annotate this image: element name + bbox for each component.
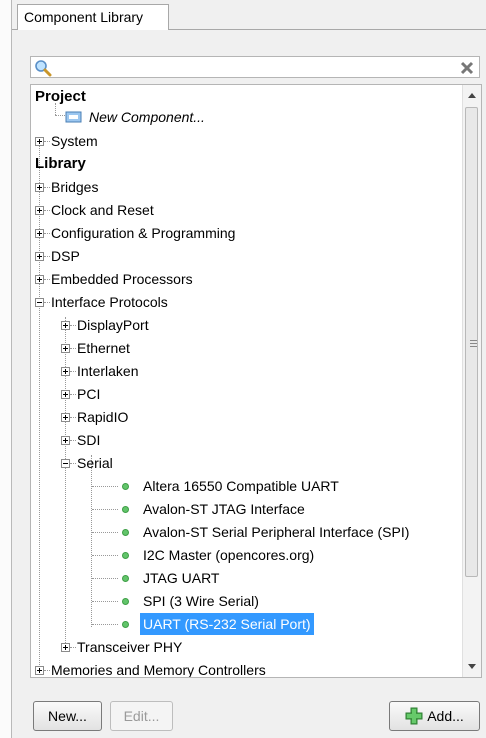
tree-item-new-component[interactable]: New Component... [65, 106, 205, 128]
expand-icon[interactable] [35, 252, 44, 261]
tree-item-altera-16550-uart[interactable]: Altera 16550 Compatible UART [143, 475, 339, 497]
tab-component-library[interactable]: Component Library [17, 4, 169, 30]
expand-icon[interactable] [35, 666, 44, 675]
expand-icon[interactable] [35, 229, 44, 238]
tree-item-interlaken[interactable]: Interlaken [77, 360, 138, 382]
tree-scrollbar[interactable] [462, 85, 481, 677]
add-plus-icon [405, 707, 423, 725]
expand-icon[interactable] [35, 206, 44, 215]
tree-item-i2c-master[interactable]: I2C Master (opencores.org) [143, 544, 314, 566]
component-bullet-icon [122, 598, 129, 605]
add-button[interactable]: Add... [389, 701, 480, 731]
expand-icon[interactable] [35, 275, 44, 284]
scroll-up-arrow-icon[interactable] [468, 93, 476, 98]
scrollbar-thumb[interactable] [465, 107, 478, 577]
component-bullet-icon [122, 529, 129, 536]
tree-item-pci[interactable]: PCI [77, 383, 100, 405]
expand-icon[interactable] [35, 137, 44, 146]
tree-item-memories[interactable]: Memories and Memory Controllers [51, 659, 266, 677]
tree-item-system[interactable]: System [51, 130, 98, 152]
tree-item-rapidio[interactable]: RapidIO [77, 406, 128, 428]
component-bullet-icon [122, 506, 129, 513]
expand-icon[interactable] [61, 321, 70, 330]
new-button-label: New... [48, 708, 87, 724]
component-bullet-icon [122, 483, 129, 490]
scroll-down-arrow-icon[interactable] [468, 664, 476, 669]
tree-item-avalon-st-spi[interactable]: Avalon-ST Serial Peripheral Interface (S… [143, 521, 409, 543]
tree-item-configuration[interactable]: Configuration & Programming [51, 222, 235, 244]
tree-item-spi-3-wire[interactable]: SPI (3 Wire Serial) [143, 590, 259, 612]
search-icon [35, 60, 52, 77]
new-component-icon [65, 111, 82, 123]
component-tree[interactable]: Project New Component... System Library … [30, 84, 482, 678]
tree-item-jtag-uart[interactable]: JTAG UART [143, 567, 220, 589]
collapse-icon[interactable] [35, 298, 44, 307]
tree-item-dsp[interactable]: DSP [51, 245, 80, 267]
edit-button-label: Edit... [123, 708, 160, 724]
tree-item-avalon-st-jtag[interactable]: Avalon-ST JTAG Interface [143, 498, 305, 520]
expand-icon[interactable] [35, 183, 44, 192]
tree-item-bridges[interactable]: Bridges [51, 176, 98, 198]
search-input[interactable] [30, 56, 480, 78]
expand-icon[interactable] [61, 413, 70, 422]
grip-icon [470, 340, 477, 349]
window-left-edge [0, 0, 12, 738]
component-bullet-icon [122, 621, 129, 628]
expand-icon[interactable] [61, 344, 70, 353]
project-header: Project [35, 88, 86, 105]
expand-icon[interactable] [61, 367, 70, 376]
tree-item-ethernet[interactable]: Ethernet [77, 337, 130, 359]
expand-icon[interactable] [61, 436, 70, 445]
clear-search-icon[interactable] [458, 59, 476, 77]
component-bullet-icon [122, 552, 129, 559]
add-button-label: Add... [427, 708, 464, 724]
new-button[interactable]: New... [33, 701, 102, 731]
tree-item-interface-protocols[interactable]: Interface Protocols [51, 291, 168, 313]
expand-icon[interactable] [61, 390, 70, 399]
tree-item-sdi[interactable]: SDI [77, 429, 100, 451]
edit-button[interactable]: Edit... [110, 701, 173, 731]
tree-item-embedded-processors[interactable]: Embedded Processors [51, 268, 193, 290]
tree-item-uart-rs232-selected[interactable]: UART (RS-232 Serial Port) [140, 613, 314, 635]
new-component-label: New Component... [89, 109, 205, 125]
tree-item-clock-reset[interactable]: Clock and Reset [51, 199, 154, 221]
tree-item-displayport[interactable]: DisplayPort [77, 314, 149, 336]
tab-label: Component Library [24, 9, 144, 25]
tree-item-serial[interactable]: Serial [77, 452, 113, 474]
expand-icon[interactable] [61, 643, 70, 652]
library-header: Library [35, 155, 86, 172]
tree-item-transceiver-phy[interactable]: Transceiver PHY [77, 636, 182, 658]
component-bullet-icon [122, 575, 129, 582]
collapse-icon[interactable] [61, 459, 70, 468]
